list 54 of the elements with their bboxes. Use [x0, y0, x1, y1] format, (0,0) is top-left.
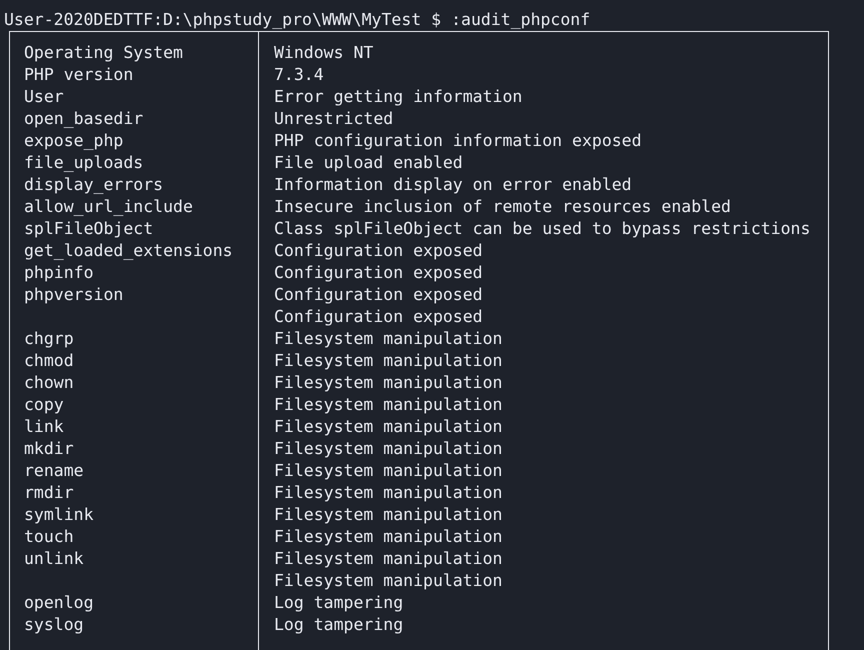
setting-name: PHP version: [24, 65, 134, 84]
setting-status: Filesystem manipulation: [274, 439, 502, 458]
setting-status: Filesystem manipulation: [274, 461, 502, 480]
setting-name: allow_url_include: [24, 197, 193, 216]
setting-name: get_loaded_extensions: [24, 241, 233, 260]
setting-status: File upload enabled: [274, 153, 463, 172]
setting-name: touch: [24, 527, 74, 546]
setting-name: expose_php: [24, 131, 124, 150]
setting-name: file_uploads: [24, 153, 144, 172]
setting-status: Insecure inclusion of remote resources enabled: [274, 197, 731, 216]
setting-name: display_errors: [24, 175, 164, 194]
setting-name: phpversion: [24, 285, 124, 304]
setting-status: Configuration exposed: [274, 241, 483, 260]
setting-status: Configuration exposed: [274, 307, 483, 326]
setting-status: Configuration exposed: [274, 263, 483, 282]
setting-status: Filesystem manipulation: [274, 417, 502, 436]
setting-name: mkdir: [24, 439, 74, 458]
setting-name: chmod: [24, 351, 74, 370]
setting-status: Filesystem manipulation: [274, 527, 502, 546]
setting-name: symlink: [24, 505, 94, 524]
setting-name: link: [24, 417, 64, 436]
setting-name: chown: [24, 373, 74, 392]
setting-name: chgrp: [24, 329, 74, 348]
setting-status: Error getting information: [274, 87, 522, 106]
setting-status: 7.3.4: [274, 65, 324, 84]
setting-name: Operating System: [24, 43, 183, 62]
setting-name: splFileObject: [24, 219, 154, 238]
setting-status: Information display on error enabled: [274, 175, 632, 194]
setting-status: Filesystem manipulation: [274, 395, 502, 414]
setting-status: Filesystem manipulation: [274, 505, 502, 524]
setting-name: syslog: [24, 615, 84, 634]
setting-status: Filesystem manipulation: [274, 351, 502, 370]
setting-status: Filesystem manipulation: [274, 373, 502, 392]
setting-status: Filesystem manipulation: [274, 549, 502, 568]
setting-status: PHP configuration information exposed: [274, 131, 642, 150]
setting-name: rename: [24, 461, 84, 480]
setting-name: open_basedir: [24, 109, 144, 128]
setting-status: Configuration exposed: [274, 285, 483, 304]
setting-name: copy: [24, 395, 64, 414]
setting-status: Unrestricted: [274, 109, 394, 128]
setting-name: User: [24, 87, 64, 106]
setting-status: Log tampering: [274, 593, 404, 612]
setting-name: rmdir: [24, 483, 74, 502]
setting-status: Log tampering: [274, 615, 404, 634]
setting-status: Filesystem manipulation: [274, 329, 502, 348]
setting-name: openlog: [24, 593, 94, 612]
setting-name: unlink: [24, 549, 84, 568]
setting-status: Windows NT: [274, 43, 374, 62]
setting-name: phpinfo: [24, 263, 94, 282]
setting-status: Filesystem manipulation: [274, 483, 502, 502]
command-text: :audit_phpconf: [451, 9, 590, 31]
prompt-text: User-2020DEDTTF:D:\phpstudy_pro\WWW\MyTest $: [4, 9, 442, 31]
setting-status: Filesystem manipulation: [274, 571, 502, 590]
setting-status: Class splFileObject can be used to bypass restrictions: [274, 219, 810, 238]
